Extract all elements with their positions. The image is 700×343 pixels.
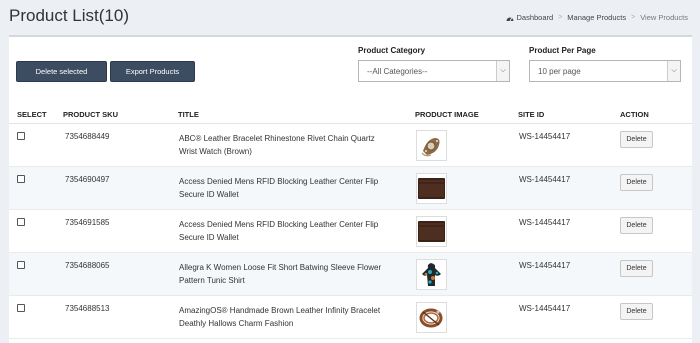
header-select: SELECT: [17, 110, 47, 119]
row-sku: 7354688449: [65, 132, 110, 141]
delete-button[interactable]: Delete: [620, 303, 653, 320]
row-checkbox[interactable]: [17, 304, 25, 312]
dashboard-icon: [506, 15, 514, 21]
product-per-page-label: Product Per Page: [529, 46, 596, 55]
row-site-id: WS-14454417: [519, 132, 571, 141]
header-image: PRODUCT IMAGE: [415, 110, 479, 119]
row-site-id: WS-14454417: [519, 261, 571, 270]
product-category-label: Product Category: [358, 46, 426, 55]
delete-selected-button[interactable]: Delete selected: [16, 61, 107, 82]
table-row: 7354688449 ABC® Leather Bracelet Rhinest…: [9, 124, 692, 167]
product-image-bracelet[interactable]: [416, 302, 447, 333]
product-category-value: --All Categories--: [367, 66, 428, 76]
row-site-id: WS-14454417: [519, 175, 571, 184]
delete-button[interactable]: Delete: [620, 131, 653, 148]
row-site-id: WS-14454417: [519, 304, 571, 313]
breadcrumb-manage-products[interactable]: Manage Products: [567, 13, 626, 22]
breadcrumb: Dashboard > Manage Products > View Produ…: [506, 13, 688, 22]
product-category-select[interactable]: --All Categories-- ⌵: [358, 60, 510, 82]
product-image-tunic[interactable]: [416, 259, 447, 290]
row-checkbox[interactable]: [17, 132, 25, 140]
row-site-id: WS-14454417: [519, 218, 571, 227]
chevron-down-icon: ⌵: [496, 61, 509, 81]
table-row: 7354691585 Access Denied Mens RFID Block…: [9, 210, 692, 253]
breadcrumb-separator: >: [631, 14, 636, 21]
chevron-down-icon: ⌵: [667, 61, 680, 81]
delete-button[interactable]: Delete: [620, 260, 653, 277]
product-list-card: Delete selected Export Products Product …: [9, 35, 692, 343]
breadcrumb-view-products: View Products: [640, 13, 688, 22]
delete-button[interactable]: Delete: [620, 174, 653, 191]
row-title: Access Denied Mens RFID Blocking Leather…: [179, 177, 379, 199]
table-row: 7354688513 AmazingOS® Handmade Brown Lea…: [9, 296, 692, 339]
table-row: 7354688065 Allegra K Women Loose Fit Sho…: [9, 253, 692, 296]
product-table: SELECT PRODUCT SKU TITLE PRODUCT IMAGE S…: [9, 103, 692, 339]
page-title: Product List(10): [9, 6, 129, 25]
row-sku: 7354688065: [65, 261, 110, 270]
breadcrumb-dashboard[interactable]: Dashboard: [506, 13, 553, 22]
table-header: SELECT PRODUCT SKU TITLE PRODUCT IMAGE S…: [9, 103, 692, 124]
row-sku: 7354690497: [65, 175, 110, 184]
delete-button[interactable]: Delete: [620, 217, 653, 234]
row-title: AmazingOS® Handmade Brown Leather Infini…: [179, 306, 381, 328]
product-per-page-select[interactable]: 10 per page ⌵: [529, 60, 681, 82]
row-sku: 7354688513: [65, 304, 110, 313]
row-title: Access Denied Mens RFID Blocking Leather…: [179, 220, 379, 242]
row-title: Allegra K Women Loose Fit Short Batwing …: [179, 263, 382, 285]
row-title: ABC® Leather Bracelet Rhinestone Rivet C…: [179, 134, 375, 156]
product-per-page-value: 10 per page: [538, 66, 581, 76]
row-checkbox[interactable]: [17, 175, 25, 183]
breadcrumb-separator: >: [558, 14, 563, 21]
header-sku: PRODUCT SKU: [63, 110, 119, 119]
row-checkbox[interactable]: [17, 218, 25, 226]
product-image-watch[interactable]: [416, 130, 447, 161]
table-row: 7354690497 Access Denied Mens RFID Block…: [9, 167, 692, 210]
product-image-wallet[interactable]: [416, 216, 447, 247]
row-checkbox[interactable]: [17, 261, 25, 269]
export-products-button[interactable]: Export Products: [110, 61, 195, 82]
header-title: TITLE: [178, 110, 199, 119]
header-action: ACTION: [620, 110, 649, 119]
header-site-id: SITE ID: [518, 110, 545, 119]
row-sku: 7354691585: [65, 218, 110, 227]
product-image-wallet[interactable]: [416, 173, 447, 204]
